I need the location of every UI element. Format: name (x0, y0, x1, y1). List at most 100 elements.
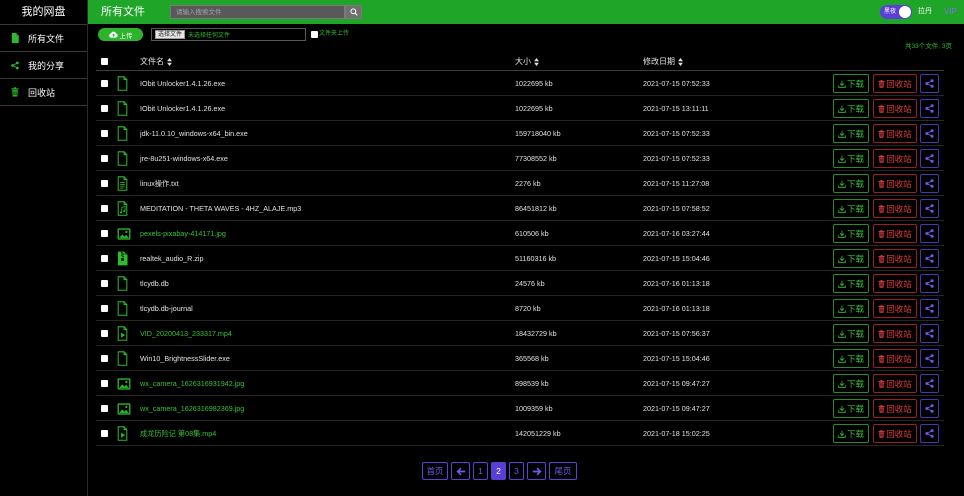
file-name-link[interactable]: 成龙历险记 第08集.mp4 (140, 421, 216, 446)
next-page-button[interactable] (527, 462, 546, 480)
first-page-button[interactable]: 首页 (422, 462, 448, 480)
share-button[interactable] (920, 249, 939, 268)
row-checkbox[interactable] (101, 330, 108, 337)
download-button[interactable]: 下载 (833, 299, 869, 318)
share-button[interactable] (920, 224, 939, 243)
file-name-link[interactable]: linux操作.txt (140, 171, 179, 196)
share-button[interactable] (920, 324, 939, 343)
select-all-checkbox[interactable] (101, 58, 108, 65)
file-name-link[interactable]: IObit Unlocker1.4.1.26.exe (140, 71, 225, 96)
share-button[interactable] (920, 199, 939, 218)
row-checkbox[interactable] (101, 255, 108, 262)
file-name-link[interactable]: wx_camera_1626316982369.jpg (140, 396, 244, 421)
row-checkbox[interactable] (101, 230, 108, 237)
row-checkbox[interactable] (101, 155, 108, 162)
recycle-button[interactable]: 回收站 (873, 74, 917, 93)
row-checkbox[interactable] (101, 380, 108, 387)
row-checkbox[interactable] (101, 205, 108, 212)
share-button[interactable] (920, 149, 939, 168)
folder-upload-checkbox[interactable] (311, 31, 318, 38)
share-button[interactable] (920, 99, 939, 118)
search-button[interactable] (345, 5, 362, 19)
upload-button[interactable]: 上传 (98, 28, 143, 41)
page-3-button[interactable]: 3 (509, 462, 524, 480)
recycle-button[interactable]: 回收站 (873, 199, 917, 218)
vip-badge[interactable]: VIP (944, 0, 957, 24)
file-name-link[interactable]: tlcydb.db-journal (140, 296, 193, 321)
file-name-link[interactable]: IObit Unlocker1.4.1.26.exe (140, 96, 225, 121)
download-button[interactable]: 下载 (833, 249, 869, 268)
download-button[interactable]: 下载 (833, 399, 869, 418)
sidebar-item-recycle-bin[interactable]: 回收站 (0, 79, 87, 106)
share-button[interactable] (920, 374, 939, 393)
sidebar-item-all-files[interactable]: 所有文件 (0, 25, 87, 52)
folder-upload-label[interactable]: 文件夹上传 (319, 28, 349, 41)
theme-toggle[interactable]: 黑夜 (880, 5, 912, 19)
share-button[interactable] (920, 74, 939, 93)
recycle-button[interactable]: 回收站 (873, 324, 917, 343)
download-button[interactable]: 下载 (833, 324, 869, 343)
share-button[interactable] (920, 174, 939, 193)
recycle-button[interactable]: 回收站 (873, 249, 917, 268)
page-1-button[interactable]: 1 (473, 462, 488, 480)
recycle-button[interactable]: 回收站 (873, 274, 917, 293)
download-button[interactable]: 下载 (833, 274, 869, 293)
row-checkbox[interactable] (101, 130, 108, 137)
recycle-button[interactable]: 回收站 (873, 424, 917, 443)
recycle-button[interactable]: 回收站 (873, 174, 917, 193)
download-button[interactable]: 下载 (833, 224, 869, 243)
file-name-link[interactable]: tlcydb.db (140, 271, 169, 296)
download-button[interactable]: 下载 (833, 374, 869, 393)
file-name-link[interactable]: Win10_BrightnessSlider.exe (140, 346, 230, 371)
file-name-link[interactable]: VID_20200413_233317.mp4 (140, 321, 232, 346)
file-name-link[interactable]: jre-8u251-windows-x64.exe (140, 146, 228, 171)
share-button[interactable] (920, 399, 939, 418)
row-checkbox[interactable] (101, 305, 108, 312)
file-name-link[interactable]: realtek_audio_R.zip (140, 246, 204, 271)
recycle-button[interactable]: 回收站 (873, 399, 917, 418)
row-checkbox[interactable] (101, 355, 108, 362)
file-name-link[interactable]: wx_camera_1626316931942.jpg (140, 371, 244, 396)
download-button[interactable]: 下载 (833, 74, 869, 93)
username[interactable]: 拉丹 (918, 0, 932, 24)
file-name-link[interactable]: MEDITATION - THETA WAVES - 4HZ_ALAJE.mp3 (140, 196, 301, 221)
row-checkbox[interactable] (101, 105, 108, 112)
trash-icon (878, 129, 885, 138)
share-button[interactable] (920, 124, 939, 143)
download-button[interactable]: 下载 (833, 424, 869, 443)
row-checkbox[interactable] (101, 405, 108, 412)
search-input[interactable] (170, 5, 345, 19)
share-button[interactable] (920, 424, 939, 443)
download-button[interactable]: 下载 (833, 349, 869, 368)
recycle-button[interactable]: 回收站 (873, 374, 917, 393)
download-button[interactable]: 下载 (833, 149, 869, 168)
column-header-date[interactable]: 修改日期 (643, 52, 683, 71)
recycle-button[interactable]: 回收站 (873, 299, 917, 318)
choose-file-button[interactable]: 选择文件 (155, 30, 186, 39)
recycle-button[interactable]: 回收站 (873, 224, 917, 243)
recycle-button[interactable]: 回收站 (873, 99, 917, 118)
download-button[interactable]: 下载 (833, 199, 869, 218)
row-checkbox[interactable] (101, 180, 108, 187)
share-button[interactable] (920, 349, 939, 368)
file-name-link[interactable]: pexels-pixabay-414171.jpg (140, 221, 226, 246)
file-input[interactable]: 选择文件 未选择任何文件 (151, 28, 306, 41)
download-button[interactable]: 下载 (833, 174, 869, 193)
column-header-size[interactable]: 大小 (515, 52, 539, 71)
page-2-button[interactable]: 2 (491, 462, 506, 480)
download-button[interactable]: 下载 (833, 99, 869, 118)
file-name-link[interactable]: jdk-11.0.10_windows-x64_bin.exe (140, 121, 248, 146)
prev-page-button[interactable] (451, 462, 470, 480)
recycle-button[interactable]: 回收站 (873, 124, 917, 143)
share-button[interactable] (920, 299, 939, 318)
column-header-name[interactable]: 文件名 (140, 52, 172, 71)
row-checkbox[interactable] (101, 280, 108, 287)
recycle-button[interactable]: 回收站 (873, 349, 917, 368)
download-button[interactable]: 下载 (833, 124, 869, 143)
row-checkbox[interactable] (101, 430, 108, 437)
sidebar-item-my-shares[interactable]: 我的分享 (0, 52, 87, 79)
recycle-button[interactable]: 回收站 (873, 149, 917, 168)
last-page-button[interactable]: 尾页 (549, 462, 577, 480)
row-checkbox[interactable] (101, 80, 108, 87)
share-button[interactable] (920, 274, 939, 293)
